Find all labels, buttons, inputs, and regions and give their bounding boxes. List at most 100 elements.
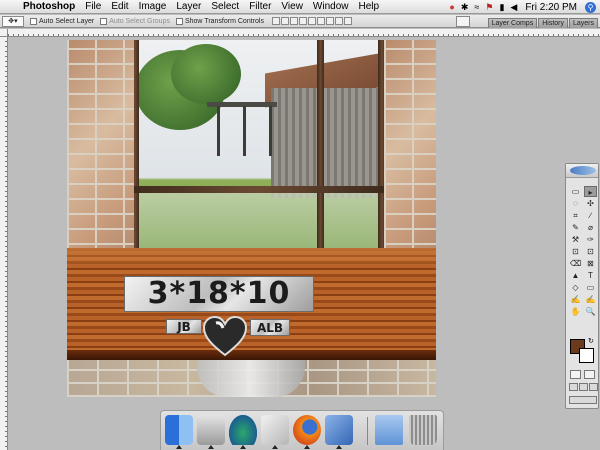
clone-stamp-tool-icon[interactable]: ⚒ [569, 234, 582, 245]
palette-well-button[interactable] [456, 16, 470, 27]
swap-colors-icon[interactable]: ↻ [588, 337, 594, 345]
adobe-feather-icon[interactable] [570, 166, 596, 175]
flag-icon[interactable]: ⚑ [485, 0, 493, 14]
safari-icon[interactable] [325, 415, 353, 445]
auto-select-groups-option[interactable]: Auto Select Groups [100, 17, 170, 25]
preview-icon[interactable] [261, 415, 289, 445]
slice-tool-icon[interactable]: ∕ [584, 210, 597, 221]
hand-tool-icon[interactable]: ✋ [569, 306, 582, 317]
path-selection-tool-icon[interactable]: ▲ [569, 270, 582, 281]
tab-history[interactable]: History [538, 18, 568, 28]
menu-clock[interactable]: Fri 2:20 PM [523, 2, 579, 13]
brush-tool-icon[interactable]: ⌀ [584, 222, 597, 233]
menu-window[interactable]: Window [308, 0, 354, 14]
quick-mask-button[interactable] [584, 370, 595, 379]
table-highlight [67, 248, 436, 268]
running-indicator-icon [304, 445, 310, 449]
menu-help[interactable]: Help [354, 0, 385, 14]
horizontal-ruler[interactable] [8, 29, 600, 37]
move-tool-icon[interactable]: ▸ [584, 186, 597, 197]
menu-filter[interactable]: Filter [244, 0, 276, 14]
table-edge [67, 350, 436, 360]
porch-post [269, 106, 272, 156]
tab-layer-comps[interactable]: Layer Comps [487, 18, 538, 28]
tool-preset-picker[interactable]: ✥▾ [2, 15, 24, 27]
type-tool-icon[interactable]: T [584, 270, 597, 281]
window-frame [131, 186, 386, 193]
initials-right-plaque: ALB [250, 319, 290, 336]
running-indicator-icon [336, 445, 342, 449]
wifi-icon[interactable]: ≈ [474, 0, 479, 14]
menu-select[interactable]: Select [206, 0, 244, 14]
system-preferences-icon[interactable] [197, 415, 225, 445]
crop-tool-icon[interactable]: ⌗ [569, 210, 582, 221]
menu-edit[interactable]: Edit [106, 0, 133, 14]
auto-select-groups-label: Auto Select Groups [109, 17, 170, 25]
documents-folder-icon[interactable] [375, 415, 403, 445]
align-buttons [271, 17, 352, 25]
date-plaque: 3*18*10 [124, 276, 314, 312]
align-top-icon[interactable] [271, 17, 280, 25]
dock-separator [367, 417, 368, 445]
pen-tool-icon[interactable]: ◇ [569, 282, 582, 293]
gradient-tool-icon[interactable]: ⊡ [584, 246, 597, 257]
magic-wand-tool-icon[interactable]: ✣ [584, 198, 597, 209]
volume-icon[interactable]: ◀ [510, 0, 517, 14]
spotlight-icon[interactable]: ⚲ [585, 1, 596, 13]
tomato-icon[interactable]: ● [449, 0, 454, 14]
distribute-icon[interactable] [325, 17, 334, 25]
jump-to-imageready-button[interactable] [569, 396, 597, 404]
shape-tool-icon[interactable]: ▭ [584, 282, 597, 293]
eraser-tool-icon[interactable]: ⊡ [569, 246, 582, 257]
full-screen-menu-button[interactable] [579, 383, 588, 391]
menu-layer[interactable]: Layer [171, 0, 206, 14]
standard-mode-button[interactable] [570, 370, 581, 379]
align-middle-icon[interactable] [280, 17, 289, 25]
dodge-tool-icon[interactable]: ⊠ [584, 258, 597, 269]
auto-select-layer-label: Auto Select Layer [39, 17, 95, 25]
tab-layers[interactable]: Layers [568, 18, 598, 28]
marquee-tool-icon[interactable]: ▭ [569, 186, 582, 197]
history-brush-tool-icon[interactable]: ✑ [584, 234, 597, 245]
blur-tool-icon[interactable]: ⌫ [569, 258, 582, 269]
menu-app-name[interactable]: Photoshop [18, 0, 80, 14]
tree-image [171, 44, 241, 104]
menu-image[interactable]: Image [134, 0, 172, 14]
porch-post [217, 106, 220, 156]
palette-well: Layer Comps History Layers [487, 15, 600, 28]
standard-screen-button[interactable] [569, 383, 578, 391]
auto-select-layer-option[interactable]: Auto Select Layer [30, 17, 95, 25]
full-screen-button[interactable] [589, 383, 598, 391]
menu-file[interactable]: File [80, 0, 106, 14]
zoom-tool-icon[interactable]: 🔍 [584, 306, 597, 317]
eyedropper-tool-icon[interactable]: ✍ [584, 294, 597, 305]
distribute-center-icon[interactable] [334, 17, 343, 25]
dock [160, 410, 444, 450]
align-left-icon[interactable] [298, 17, 307, 25]
ruler-origin[interactable] [0, 29, 8, 37]
show-transform-checkbox[interactable] [175, 17, 183, 25]
battery-icon[interactable]: ▮ [499, 0, 504, 14]
bluetooth-icon[interactable]: ✱ [461, 0, 469, 14]
auto-select-groups-checkbox[interactable] [100, 17, 108, 25]
vertical-ruler[interactable] [0, 37, 8, 450]
finder-icon[interactable] [165, 415, 193, 445]
auto-select-layer-checkbox[interactable] [30, 17, 37, 25]
tools-palette: ▭ ▸ ◌ ✣ ⌗ ∕ ✎ ⌀ ⚒ ✑ ⊡ ⊡ ⌫ ⊠ ▲ T ◇ ▭ ✍ ✍ … [565, 163, 599, 409]
background-color-swatch[interactable] [579, 348, 594, 363]
align-center-icon[interactable] [307, 17, 316, 25]
align-bottom-icon[interactable] [289, 17, 298, 25]
document-canvas[interactable]: 3*18*10 JB ALB [67, 40, 436, 397]
align-right-icon[interactable] [316, 17, 325, 25]
running-indicator-icon [176, 445, 182, 449]
mail-icon[interactable] [229, 415, 257, 445]
trash-icon[interactable] [409, 415, 437, 445]
distribute-bottom-icon[interactable] [343, 17, 352, 25]
notes-tool-icon[interactable]: ✍ [569, 294, 582, 305]
show-transform-option[interactable]: Show Transform Controls [175, 17, 264, 25]
firefox-icon[interactable] [293, 415, 321, 445]
lasso-tool-icon[interactable]: ◌ [569, 198, 582, 209]
running-indicator-icon [208, 445, 214, 449]
menu-view[interactable]: View [276, 0, 308, 14]
healing-brush-tool-icon[interactable]: ✎ [569, 222, 582, 233]
